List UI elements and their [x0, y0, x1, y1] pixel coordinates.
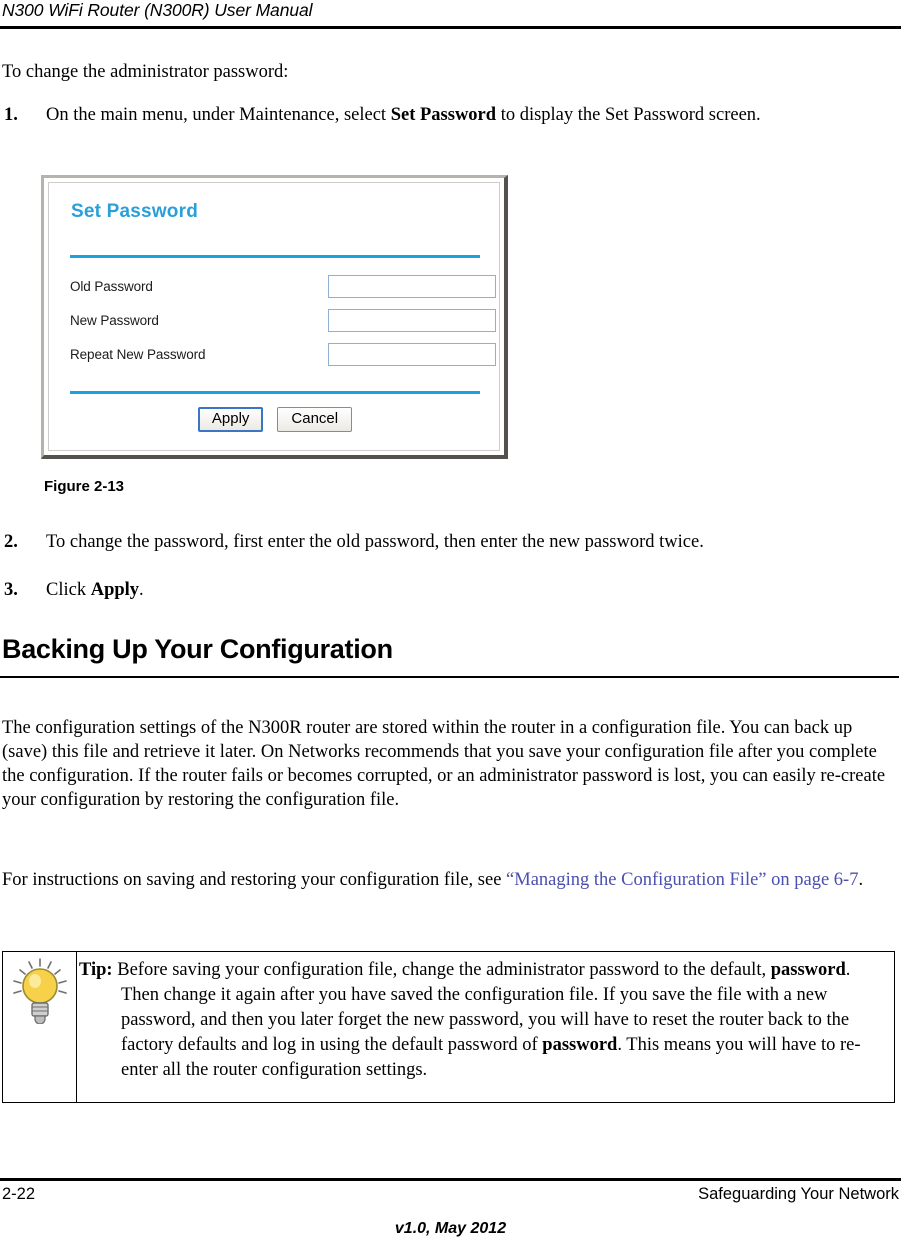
repeat-new-password-label: Repeat New Password	[70, 347, 206, 362]
old-password-input[interactable]	[328, 275, 496, 298]
repeat-new-password-input[interactable]	[328, 343, 496, 366]
step-text-bold: Set Password	[390, 105, 497, 125]
tip-label: Tip:	[79, 960, 113, 980]
screenshot-title: Set Password	[71, 201, 199, 222]
new-password-input[interactable]	[328, 309, 496, 332]
cross-reference-link[interactable]: “Managing the Configuration File” on pag…	[506, 870, 858, 890]
step-text-before: On the main menu, under Maintenance, sel…	[46, 105, 391, 125]
page-header: N300 WiFi Router (N300R) User Manual	[0, 0, 901, 29]
step-text-before: To change the password, first enter the …	[46, 532, 704, 552]
step-text-after: to display the Set Password screen.	[496, 105, 761, 125]
step-number: 3.	[4, 580, 18, 600]
step-number: 2.	[4, 532, 18, 552]
step-item-3: 3. Click Apply.	[4, 578, 884, 603]
lightbulb-icon	[13, 958, 67, 1024]
tip-text-cell: Tip: Before saving your configuration fi…	[79, 958, 888, 1083]
step-text: To change the password, first enter the …	[46, 530, 884, 555]
footer-version: v1.0, May 2012	[394, 1220, 507, 1237]
step-text-bold: Apply	[90, 580, 140, 600]
step-item-1: 1. On the main menu, under Maintenance, …	[4, 103, 884, 128]
tip-bold-1: password	[770, 960, 846, 980]
step-number: 1.	[4, 105, 18, 125]
form-row-old-password: Old Password	[70, 275, 500, 305]
screenshot-canvas: Set Password Old Password New Password R…	[48, 182, 500, 451]
step-text: On the main menu, under Maintenance, sel…	[46, 103, 884, 128]
section-paragraph-1: The configuration settings of the N300R …	[2, 718, 886, 810]
form-row-new-password: New Password	[70, 309, 500, 339]
tip-bold-2: password	[542, 1035, 618, 1055]
screenshot-button-row: Apply Cancel	[49, 407, 501, 432]
step-text: Click Apply.	[46, 578, 884, 603]
screenshot-divider-top	[70, 255, 480, 258]
header-divider	[0, 26, 901, 29]
form-row-repeat-new-password: Repeat New Password	[70, 343, 500, 373]
apply-button[interactable]: Apply	[197, 407, 264, 432]
tip-icon-cell	[3, 952, 77, 1102]
old-password-label: Old Password	[70, 279, 153, 294]
figure-caption: Figure 2-13	[44, 478, 125, 495]
cancel-button[interactable]: Cancel	[277, 407, 353, 432]
new-password-label: New Password	[70, 313, 159, 328]
header-title: N300 WiFi Router (N300R) User Manual	[2, 0, 313, 20]
tip-body: Tip: Before saving your configuration fi…	[79, 958, 888, 1083]
paragraph-2-text-after: .	[858, 870, 864, 890]
tip-text-1: Before saving your configuration file, c…	[112, 960, 771, 980]
footer-chapter-title: Safeguarding Your Network	[698, 1185, 899, 1203]
figure-set-password-screenshot: Set Password Old Password New Password R…	[41, 175, 508, 459]
section-heading: Backing Up Your Configuration	[2, 634, 393, 664]
footer-page-number: 2-22	[2, 1185, 36, 1203]
section-heading-divider	[0, 676, 899, 678]
footer-divider	[0, 1178, 901, 1181]
tip-callout-box: Tip: Before saving your configuration fi…	[2, 951, 895, 1103]
step-text-after: .	[139, 580, 144, 600]
paragraph-2-text-before: For instructions on saving and restoring…	[2, 870, 507, 890]
screenshot-divider-bottom	[70, 391, 480, 394]
step-item-2: 2. To change the password, first enter t…	[4, 530, 884, 555]
step-text-before: Click	[46, 580, 91, 600]
intro-paragraph: To change the administrator password:	[2, 62, 289, 82]
section-paragraph-2: For instructions on saving and restoring…	[2, 868, 895, 892]
